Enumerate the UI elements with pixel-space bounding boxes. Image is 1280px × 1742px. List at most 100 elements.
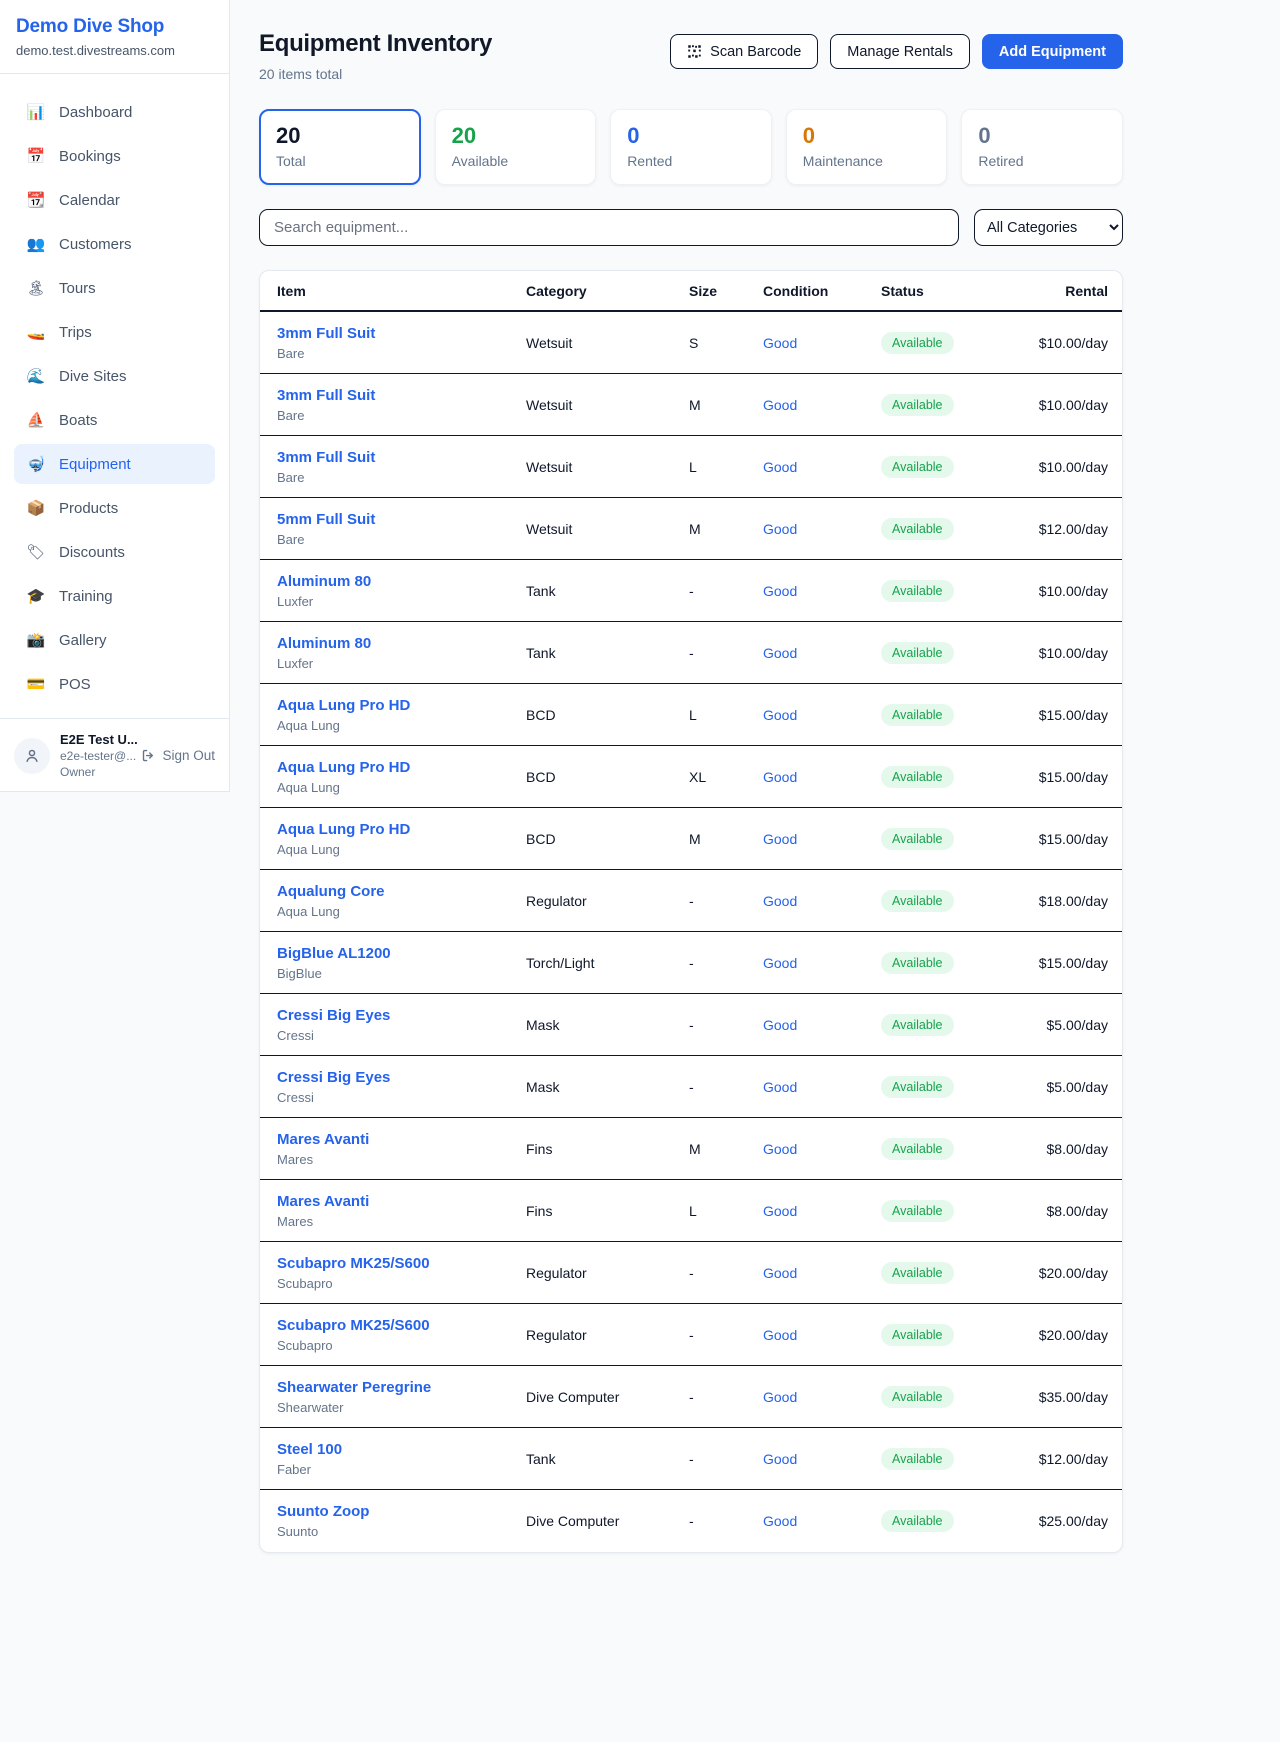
item-brand: Mares: [277, 1214, 526, 1229]
item-condition-link[interactable]: Good: [763, 769, 881, 785]
item-condition-link[interactable]: Good: [763, 707, 881, 723]
status-badge: Available: [881, 394, 954, 416]
item-category: Tank: [526, 583, 689, 599]
item-condition-link[interactable]: Good: [763, 335, 881, 351]
item-condition-link[interactable]: Good: [763, 583, 881, 599]
item-brand: Cressi: [277, 1090, 526, 1105]
discounts-icon: 🏷: [26, 543, 46, 561]
item-name-link[interactable]: Suunto Zoop: [277, 1503, 369, 1520]
item-name-link[interactable]: Steel 100: [277, 1441, 342, 1458]
sidebar-item-calendar[interactable]: 📆 Calendar: [14, 180, 215, 220]
stat-card-total[interactable]: 20 Total: [259, 109, 421, 185]
sidebar-item-label: Trips: [59, 324, 92, 341]
item-condition-link[interactable]: Good: [763, 1203, 881, 1219]
item-category: Wetsuit: [526, 521, 689, 537]
sidebar-item-bookings[interactable]: 📅 Bookings: [14, 136, 215, 176]
sidebar-item-equipment[interactable]: 🤿 Equipment: [14, 444, 215, 484]
item-name-link[interactable]: Scubapro MK25/S600: [277, 1255, 430, 1272]
item-condition-link[interactable]: Good: [763, 893, 881, 909]
item-condition-link[interactable]: Good: [763, 1079, 881, 1095]
table-row: Aluminum 80 Luxfer Tank - Good Available…: [260, 560, 1122, 622]
item-rental: $10.00/day: [1029, 645, 1108, 661]
item-category: Dive Computer: [526, 1389, 689, 1405]
item-condition-link[interactable]: Good: [763, 831, 881, 847]
item-name-link[interactable]: Aluminum 80: [277, 635, 371, 652]
item-condition-link[interactable]: Good: [763, 1141, 881, 1157]
items-total: 20 items total: [259, 66, 492, 82]
item-name-link[interactable]: Cressi Big Eyes: [277, 1007, 390, 1024]
item-rental: $20.00/day: [1029, 1327, 1108, 1343]
user-meta: E2E Test U... e2e-tester@... Owner: [60, 732, 131, 779]
item-name-link[interactable]: 3mm Full Suit: [277, 387, 375, 404]
item-rental: $15.00/day: [1029, 831, 1108, 847]
stat-card-rented[interactable]: 0 Rented: [610, 109, 772, 185]
manage-rentals-button[interactable]: Manage Rentals: [830, 34, 970, 69]
search-input[interactable]: [259, 209, 959, 246]
item-size: XL: [689, 769, 763, 785]
item-brand: Cressi: [277, 1028, 526, 1043]
item-size: -: [689, 1513, 763, 1529]
sidebar-item-pos[interactable]: 💳 POS: [14, 664, 215, 704]
item-brand: Mares: [277, 1152, 526, 1167]
sidebar-item-label: Training: [59, 588, 113, 605]
scan-barcode-button[interactable]: Scan Barcode: [670, 34, 818, 69]
item-condition-link[interactable]: Good: [763, 521, 881, 537]
shop-title[interactable]: Demo Dive Shop: [16, 16, 213, 38]
item-size: L: [689, 459, 763, 475]
table-row: Aluminum 80 Luxfer Tank - Good Available…: [260, 622, 1122, 684]
sidebar-item-trips[interactable]: 🚤 Trips: [14, 312, 215, 352]
sidebar-item-dashboard[interactable]: 📊 Dashboard: [14, 92, 215, 132]
item-condition-link[interactable]: Good: [763, 1327, 881, 1343]
item-condition-link[interactable]: Good: [763, 459, 881, 475]
column-header-item: Item: [277, 283, 526, 299]
category-select[interactable]: All Categories: [974, 209, 1123, 246]
item-name-link[interactable]: 3mm Full Suit: [277, 449, 375, 466]
item-name-link[interactable]: 3mm Full Suit: [277, 325, 375, 342]
item-name-link[interactable]: 5mm Full Suit: [277, 511, 375, 528]
item-name-link[interactable]: Mares Avanti: [277, 1193, 369, 1210]
item-brand: Bare: [277, 532, 526, 547]
item-name-link[interactable]: Aqua Lung Pro HD: [277, 759, 410, 776]
item-condition-link[interactable]: Good: [763, 1017, 881, 1033]
item-condition-link[interactable]: Good: [763, 1389, 881, 1405]
add-equipment-button[interactable]: Add Equipment: [982, 34, 1123, 69]
stat-card-retired[interactable]: 0 Retired: [961, 109, 1123, 185]
item-condition-link[interactable]: Good: [763, 397, 881, 413]
item-condition-link[interactable]: Good: [763, 1451, 881, 1467]
item-brand: BigBlue: [277, 966, 526, 981]
item-brand: Aqua Lung: [277, 842, 526, 857]
item-condition-link[interactable]: Good: [763, 645, 881, 661]
sidebar-item-label: Products: [59, 500, 118, 517]
sidebar-item-boats[interactable]: ⛵ Boats: [14, 400, 215, 440]
item-size: S: [689, 335, 763, 351]
item-name-link[interactable]: Aqualung Core: [277, 883, 385, 900]
item-name-link[interactable]: BigBlue AL1200: [277, 945, 391, 962]
item-name-link[interactable]: Aqua Lung Pro HD: [277, 821, 410, 838]
item-name-link[interactable]: Aqua Lung Pro HD: [277, 697, 410, 714]
sidebar-item-label: Dashboard: [59, 104, 132, 121]
item-condition-link[interactable]: Good: [763, 1513, 881, 1529]
column-header-condition: Condition: [763, 283, 881, 299]
sidebar-item-products[interactable]: 📦 Products: [14, 488, 215, 528]
stat-card-available[interactable]: 20 Available: [435, 109, 597, 185]
dashboard-icon: 📊: [26, 103, 46, 121]
sidebar-item-customers[interactable]: 👥 Customers: [14, 224, 215, 264]
training-icon: 🎓: [26, 587, 46, 605]
item-condition-link[interactable]: Good: [763, 1265, 881, 1281]
stat-card-maintenance[interactable]: 0 Maintenance: [786, 109, 948, 185]
item-name-link[interactable]: Shearwater Peregrine: [277, 1379, 431, 1396]
item-name-link[interactable]: Cressi Big Eyes: [277, 1069, 390, 1086]
main-area: Equipment Inventory 20 items total Scan …: [230, 0, 1280, 1553]
trips-icon: 🚤: [26, 323, 46, 341]
item-name-link[interactable]: Aluminum 80: [277, 573, 371, 590]
item-name-link[interactable]: Mares Avanti: [277, 1131, 369, 1148]
sidebar-item-label: Calendar: [59, 192, 120, 209]
item-condition-link[interactable]: Good: [763, 955, 881, 971]
sign-out-button[interactable]: Sign Out: [141, 748, 215, 763]
item-name-link[interactable]: Scubapro MK25/S600: [277, 1317, 430, 1334]
sidebar-item-gallery[interactable]: 📸 Gallery: [14, 620, 215, 660]
sidebar-item-tours[interactable]: 🏝 Tours: [14, 268, 215, 308]
sidebar-item-dive-sites[interactable]: 🌊 Dive Sites: [14, 356, 215, 396]
sidebar-item-training[interactable]: 🎓 Training: [14, 576, 215, 616]
sidebar-item-discounts[interactable]: 🏷 Discounts: [14, 532, 215, 572]
